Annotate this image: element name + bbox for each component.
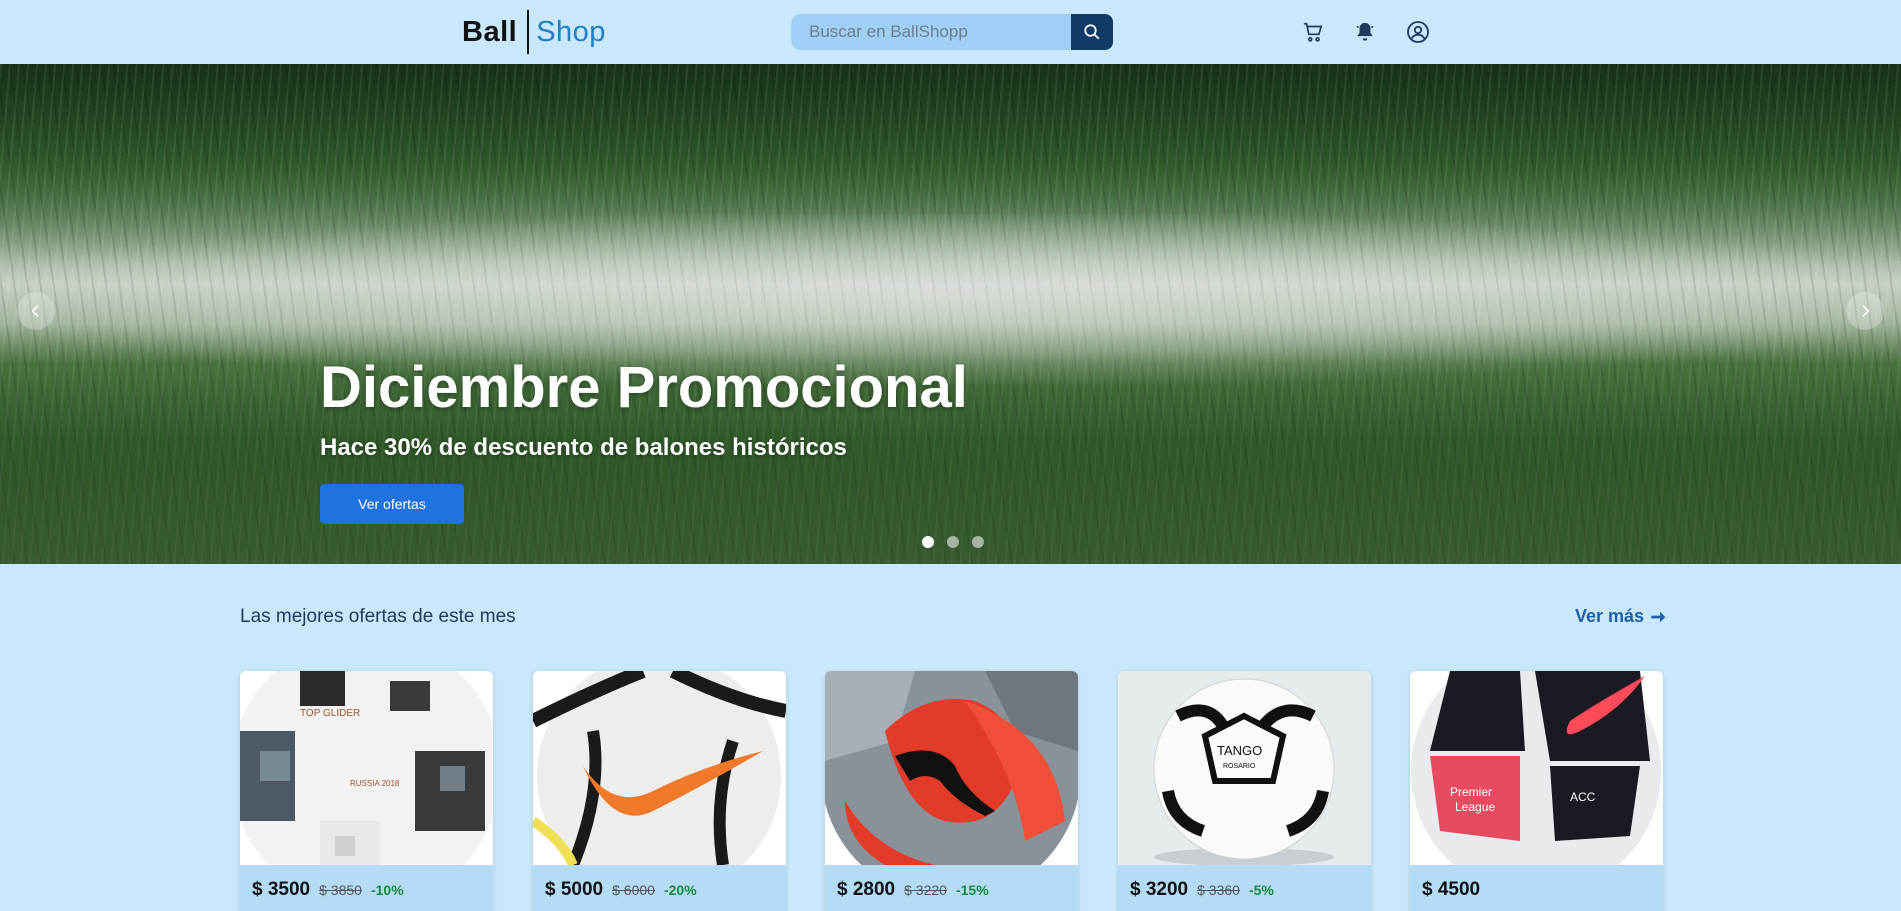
product-card[interactable]: $ 5000 $ 6000 -20% [533, 671, 786, 911]
product-discount: -10% [370, 882, 404, 898]
product-price: $ 3500 [252, 879, 311, 900]
product-old-price: $ 6000 [612, 882, 655, 898]
see-more-label: Ver más [1575, 606, 1645, 626]
product-image: TOP GLIDER RUSSIA 2018 [240, 671, 493, 865]
svg-text:ROSARIO: ROSARIO [1223, 763, 1256, 770]
svg-text:RUSSIA 2018: RUSSIA 2018 [350, 779, 400, 788]
product-discount: -20% [663, 882, 697, 898]
account-button[interactable] [1404, 18, 1432, 46]
svg-text:League: League [1455, 800, 1495, 814]
product-old-price: $ 3850 [319, 882, 362, 898]
product-card[interactable]: Premier League ACC $ 4500 [1410, 671, 1663, 911]
notifications-button[interactable] [1351, 18, 1379, 46]
svg-text:TANGO: TANGO [1217, 743, 1262, 758]
brand-logo[interactable]: Ball Shop [462, 10, 606, 54]
user-icon [1407, 21, 1429, 43]
product-price: $ 2800 [837, 879, 896, 900]
nike-premier-league-ball-icon: Premier League ACC [1410, 671, 1663, 865]
chevron-right-icon [1862, 305, 1870, 317]
product-image [825, 671, 1078, 865]
carousel-dot-1[interactable] [922, 536, 934, 548]
search-button[interactable] [1071, 14, 1113, 50]
product-price: $ 4500 [1422, 879, 1481, 900]
hero-carousel: Diciembre Promocional Hace 30% de descue… [0, 64, 1901, 564]
carousel-dot-3[interactable] [972, 536, 984, 548]
product-old-price: $ 3220 [904, 882, 947, 898]
carousel-prev-button[interactable] [17, 292, 55, 330]
carousel-dot-2[interactable] [947, 536, 959, 548]
top-navbar: Ball Shop [0, 0, 1901, 64]
product-image [533, 671, 786, 865]
search-bar [791, 14, 1113, 50]
product-discount: -15% [955, 882, 989, 898]
offers-section-title: Las mejores ofertas de este mes [240, 606, 516, 627]
nike-strike-ball-icon [533, 671, 786, 865]
carousel-indicators [922, 536, 984, 548]
product-card[interactable]: $ 2800 $ 3220 -15% [825, 671, 1078, 911]
product-old-price: $ 3360 [1197, 882, 1240, 898]
search-icon [1084, 24, 1100, 40]
carousel-next-button[interactable] [1846, 292, 1884, 330]
puma-red-ball-icon [825, 671, 1078, 865]
chevron-left-icon [31, 305, 39, 317]
see-more-link[interactable]: Ver más [1575, 606, 1666, 627]
search-input[interactable] [791, 14, 1071, 50]
adidas-telstar-ball-icon: TOP GLIDER RUSSIA 2018 [240, 671, 493, 865]
hero-subtitle: Hace 30% de descuento de balones históri… [320, 434, 847, 461]
cart-button[interactable] [1299, 18, 1327, 46]
arrow-right-icon [1651, 611, 1666, 622]
product-price: $ 5000 [545, 879, 604, 900]
product-card[interactable]: TANGO ROSARIO $ 3200 $ 3360 -5% [1118, 671, 1371, 911]
product-price: $ 3200 [1130, 879, 1189, 900]
logo-divider [527, 10, 530, 54]
svg-text:ACC: ACC [1570, 790, 1596, 804]
logo-shop-text: Shop [536, 15, 606, 48]
cart-icon [1303, 22, 1323, 42]
svg-text:TOP GLIDER: TOP GLIDER [300, 708, 360, 719]
product-discount: -5% [1248, 882, 1274, 898]
hero-title: Diciembre Promocional [320, 355, 968, 420]
bell-icon [1356, 22, 1374, 41]
product-image: TANGO ROSARIO [1118, 671, 1371, 865]
logo-ball-text: Ball [462, 15, 518, 48]
svg-text:Premier: Premier [1450, 785, 1492, 799]
product-image: Premier League ACC [1410, 671, 1663, 865]
view-offers-button[interactable]: Ver ofertas [320, 484, 464, 524]
adidas-tango-ball-icon: TANGO ROSARIO [1118, 671, 1371, 865]
product-card[interactable]: TOP GLIDER RUSSIA 2018 $ 3500 $ 3850 -10… [240, 671, 493, 911]
